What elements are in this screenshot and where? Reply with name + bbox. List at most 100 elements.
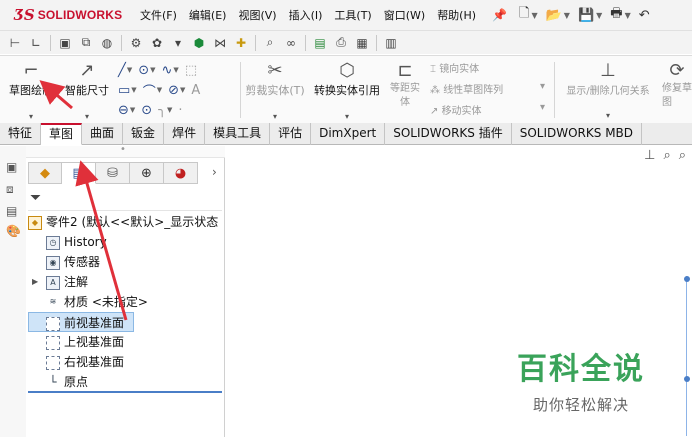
- chevron-down-icon[interactable]: ▼: [625, 11, 631, 20]
- display-relations-button[interactable]: ⊥ 显示/删除几何关系 ▾: [558, 60, 658, 120]
- tree-item-material[interactable]: ≋ 材质 <未指定>: [28, 292, 225, 312]
- tab-mbd[interactable]: SOLIDWORKS MBD: [512, 123, 643, 145]
- rollback-bar[interactable]: [28, 391, 222, 393]
- settings-icon[interactable]: ✿: [150, 36, 164, 50]
- chevron-down-icon[interactable]: ▼: [131, 86, 136, 94]
- tree-item-origin[interactable]: └ 原点: [28, 372, 225, 392]
- chevron-down-icon[interactable]: ▼: [564, 11, 570, 20]
- tab-weldments[interactable]: 焊件: [164, 123, 206, 145]
- parts-icon[interactable]: ⧈: [6, 182, 14, 197]
- tree-item-right-plane[interactable]: 右视基准面: [28, 352, 225, 372]
- chevron-down-icon[interactable]: ▾: [540, 102, 545, 113]
- tab-addins[interactable]: SOLIDWORKS 插件: [385, 123, 512, 145]
- zoom-icon[interactable]: ⌕: [663, 148, 670, 163]
- spline-icon[interactable]: ∿: [162, 63, 173, 78]
- menu-help[interactable]: 帮助(H): [437, 7, 476, 23]
- display-manager-tab[interactable]: ◕: [164, 162, 198, 184]
- shield-icon[interactable]: ⬢: [192, 36, 206, 50]
- tab-evaluate[interactable]: 评估: [270, 123, 312, 145]
- configuration-manager-tab[interactable]: ⛁: [96, 162, 130, 184]
- chevron-down-icon[interactable]: ▼: [167, 106, 172, 114]
- tree-item-sensors[interactable]: ◉ 传感器: [28, 252, 225, 272]
- menu-tools[interactable]: 工具(T): [334, 7, 371, 23]
- grid-icon[interactable]: ⬚: [185, 63, 197, 78]
- chevron-down-icon[interactable]: ▾: [558, 111, 658, 120]
- property-manager-tab[interactable]: ▤: [62, 162, 96, 184]
- tab-features[interactable]: 特征: [0, 123, 42, 145]
- tree-item-front-plane[interactable]: 前视基准面: [28, 312, 134, 332]
- tree-item-annotations[interactable]: ▶ A 注解: [28, 272, 225, 292]
- chevron-right-icon[interactable]: ›: [212, 165, 217, 179]
- chevron-down-icon[interactable]: ▼: [531, 11, 537, 20]
- tree-item-part[interactable]: ◆ 零件2 (默认<<默认>_显示状态: [28, 212, 225, 232]
- mirror-entities-item[interactable]: ⌶ 镜向实体: [430, 60, 479, 75]
- move-entities-item[interactable]: ↗ 移动实体: [430, 102, 482, 117]
- convert-entities-button[interactable]: ⬡ 转换实体引用 ▾: [310, 60, 384, 121]
- undo-icon[interactable]: ↶: [639, 8, 650, 23]
- save-icon[interactable]: 💾: [578, 8, 594, 23]
- chevron-down-icon[interactable]: ▾: [310, 112, 384, 121]
- chevron-down-icon[interactable]: ▼: [127, 66, 132, 74]
- measure-icon[interactable]: ▤: [313, 36, 327, 50]
- smart-dimension-button[interactable]: ↗ 智能尺寸 ▾: [60, 60, 114, 121]
- offset-entities-button[interactable]: ⊏ 等距实体: [386, 60, 424, 110]
- tab-surfaces[interactable]: 曲面: [82, 123, 124, 145]
- menu-edit[interactable]: 编辑(E): [189, 7, 227, 23]
- graph-icon[interactable]: ⋈: [213, 36, 227, 50]
- tab-sheet-metal[interactable]: 钣金: [123, 123, 165, 145]
- rectangle-icon[interactable]: ▭: [118, 83, 130, 98]
- circle-icon[interactable]: ⊙: [138, 63, 149, 78]
- 3d-view-icon[interactable]: ▣: [6, 160, 17, 174]
- corner-tool-icon[interactable]: ∟: [29, 36, 43, 50]
- filter-icon[interactable]: ⏷: [30, 190, 41, 206]
- chevron-down-icon[interactable]: ▼: [130, 106, 135, 114]
- expand-arrow-icon[interactable]: ▶: [32, 272, 38, 292]
- dimension-tool-icon[interactable]: ⊢: [8, 36, 22, 50]
- slot-icon[interactable]: ⊖: [118, 103, 129, 118]
- menu-view[interactable]: 视图(V): [238, 7, 276, 23]
- point-icon[interactable]: ·: [178, 103, 182, 118]
- view-orientation-icon[interactable]: ⊥: [644, 148, 655, 163]
- repair-sketch-button[interactable]: ⟳ 修复草图: [662, 60, 692, 110]
- menu-insert[interactable]: 插入(I): [289, 7, 323, 23]
- menu-window[interactable]: 窗口(W): [384, 7, 425, 23]
- fillet-icon[interactable]: ╮: [158, 103, 166, 118]
- chevron-down-icon[interactable]: ▾: [244, 112, 306, 121]
- zoom-to-area-icon[interactable]: ⌕: [679, 148, 686, 163]
- chevron-down-icon[interactable]: ▼: [157, 86, 162, 94]
- image-icon[interactable]: ▦: [355, 36, 369, 50]
- open-folder-icon[interactable]: 📂: [546, 8, 562, 23]
- tab-dimxpert[interactable]: DimXpert: [311, 123, 386, 145]
- trim-entities-button[interactable]: ✂ 剪裁实体(T) ▾: [244, 60, 306, 121]
- appearance-icon[interactable]: 🎨: [6, 224, 21, 238]
- chevron-down-icon[interactable]: ▼: [596, 11, 602, 20]
- menu-file[interactable]: 文件(F): [140, 7, 177, 23]
- linear-pattern-item[interactable]: ⁂ 线性草图阵列: [430, 81, 503, 96]
- feature-tree-tab[interactable]: ◆: [28, 162, 62, 184]
- plane-handle[interactable]: [684, 276, 690, 282]
- polygon-icon[interactable]: ⊙: [141, 103, 152, 118]
- globe-icon[interactable]: ◍: [100, 36, 114, 50]
- tree-item-history[interactable]: ◷ History: [28, 232, 225, 252]
- component-icon[interactable]: ✚: [234, 36, 248, 50]
- plane-handle[interactable]: [684, 376, 690, 382]
- dimxpert-manager-tab[interactable]: ⊕: [130, 162, 164, 184]
- chevron-down-icon[interactable]: ▾: [6, 112, 56, 121]
- chevron-down-icon[interactable]: ▼: [180, 86, 185, 94]
- file-explorer-icon[interactable]: ▤: [6, 204, 17, 218]
- solidworks-logo[interactable]: ƷS SOLIDWORKS: [0, 0, 140, 30]
- chevron-down-icon[interactable]: ▼: [150, 66, 155, 74]
- gear-icon[interactable]: ⚙: [129, 36, 143, 50]
- arc-icon[interactable]: ⌒: [143, 81, 156, 100]
- text-icon[interactable]: A: [191, 83, 200, 98]
- chevron-down-icon[interactable]: ▾: [540, 81, 545, 92]
- search-icon[interactable]: ⌕: [263, 35, 277, 50]
- tab-mold-tools[interactable]: 模具工具: [205, 123, 271, 145]
- ellipse-icon[interactable]: ⊘: [168, 83, 179, 98]
- pin-icon[interactable]: 📌: [492, 8, 507, 22]
- print-preview-icon[interactable]: ⎙: [334, 35, 348, 50]
- chevron-down-icon[interactable]: ▼: [173, 66, 178, 74]
- monitor-icon[interactable]: ▣: [58, 36, 72, 50]
- tab-sketch[interactable]: 草图: [41, 123, 83, 145]
- assembly-icon[interactable]: ⧉: [79, 35, 93, 50]
